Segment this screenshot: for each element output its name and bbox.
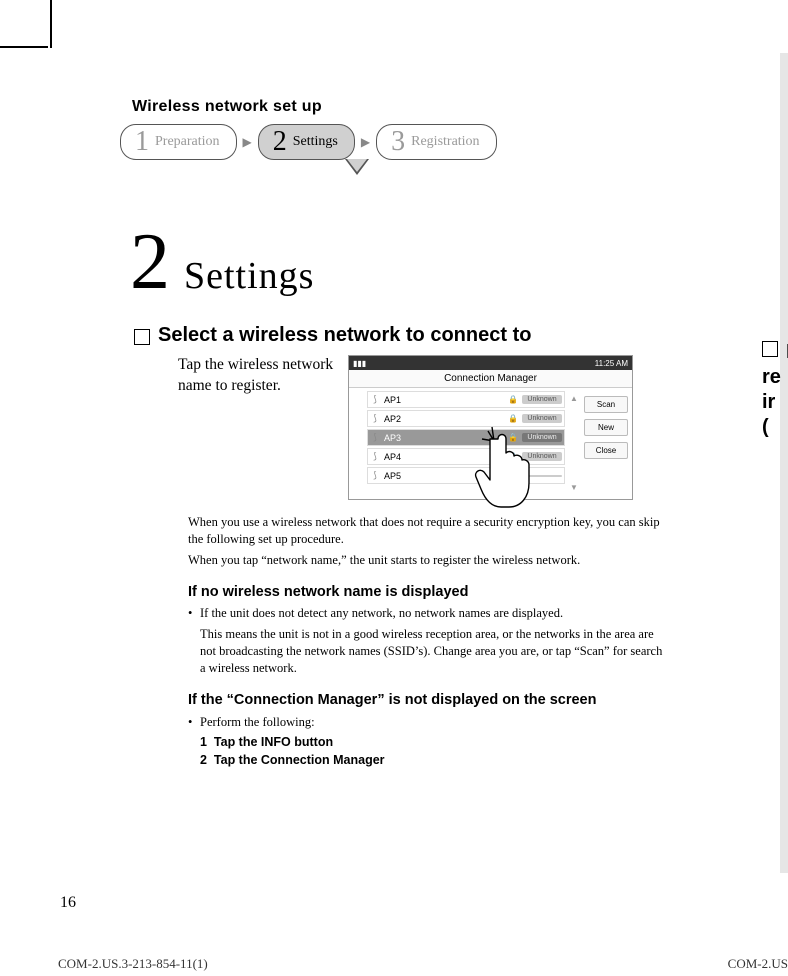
step-label: Settings [293, 134, 338, 150]
step-num: 1 [135, 128, 149, 156]
step-label: Registration [411, 134, 479, 150]
page-content: Wireless network set up 1 Preparation ▶ … [60, 60, 780, 940]
page-number: 16 [60, 894, 76, 912]
bullet-icon: • [188, 605, 200, 677]
note-text: When you use a wireless network that doe… [188, 514, 670, 548]
wifi-icon: ⟆ [368, 470, 382, 481]
checkbox-icon [134, 329, 150, 345]
step-pill-preparation: 1 Preparation [120, 124, 237, 160]
step-indicator: 1 Preparation ▶ 2 Settings ▶ 3 Registrat… [120, 124, 780, 160]
crop-mark-vertical [50, 0, 52, 48]
title-text: Settings [184, 254, 314, 298]
step-label: Preparation [155, 134, 220, 150]
checkbox-icon [762, 341, 778, 357]
scan-button: Scan [584, 396, 628, 413]
ap-tag: Unknown [522, 395, 562, 404]
mock-scrollbar: ▲ ▼ [568, 388, 580, 498]
step-pill-settings: 2 Settings [258, 124, 355, 160]
note-text: When you tap “network name,” the unit st… [188, 552, 670, 569]
numbered-step: 2 Tap the Connection Manager [200, 753, 780, 767]
footer-doc-id-right: COM-2.US [728, 956, 788, 972]
screenshot-connection-manager: ▮▮▮ 11:25 AM Connection Manager ⟆AP1🔒Unk… [348, 355, 633, 500]
mock-side-buttons: Scan New Close [580, 388, 632, 498]
section-heading: Select a wireless network to connect to [134, 324, 780, 347]
step-num: 2 [273, 128, 287, 156]
page-title: 2 Settings [130, 222, 780, 302]
bullet-text: Perform the following: [200, 714, 670, 731]
wifi-icon: ⟆ [368, 394, 382, 405]
page-edge-shade [780, 53, 788, 873]
bullet-text: If the unit does not detect any network,… [200, 606, 563, 620]
step-num: 3 [391, 128, 405, 156]
section-heading-text: Select a wireless network to connect to [158, 324, 531, 347]
wifi-icon: ⟆ [368, 451, 382, 462]
step-pill-registration: 3 Registration [376, 124, 496, 160]
steps-wrap: 1 Preparation ▶ 2 Settings ▶ 3 Registrat… [60, 124, 780, 160]
mock-time: 11:25 AM [595, 359, 628, 368]
close-button: Close [584, 442, 628, 459]
breadcrumb-title: Wireless network set up [132, 98, 780, 116]
active-step-pointer-fill [347, 159, 367, 172]
wifi-icon: ⟆ [368, 432, 382, 443]
bullet-icon: • [188, 714, 200, 731]
battery-icon: ▮▮▮ [353, 359, 366, 368]
mock-status-bar: ▮▮▮ 11:25 AM [349, 356, 632, 370]
chevron-right-icon: ▶ [361, 135, 370, 150]
list-item: ⟆AP1🔒Unknown [367, 391, 565, 408]
bullet-subtext: This means the unit is not in a good wir… [200, 626, 670, 677]
crop-mark-horizontal [0, 46, 48, 48]
new-button: New [584, 419, 628, 436]
truncated-next-column: E re ir ( [762, 340, 788, 440]
wifi-icon: ⟆ [368, 413, 382, 424]
bullet-item: • Perform the following: [188, 714, 670, 731]
tap-hand-icon [474, 421, 544, 511]
scroll-down-icon: ▼ [568, 483, 580, 492]
ap-name: AP1 [382, 395, 508, 405]
numbered-step: 1 Tap the INFO button [200, 735, 780, 749]
sub-heading: If no wireless network name is displayed [188, 583, 670, 602]
title-number: 2 [130, 222, 170, 302]
bullet-item: • If the unit does not detect any networ… [188, 605, 670, 677]
scroll-up-icon: ▲ [568, 394, 580, 403]
lock-icon: 🔒 [508, 395, 520, 404]
chevron-right-icon: ▶ [243, 135, 252, 150]
section-body-text: Tap the wireless network name to registe… [178, 355, 338, 500]
footer-doc-id: COM-2.US.3-213-854-11(1) [58, 956, 208, 972]
mock-window-title: Connection Manager [349, 370, 632, 388]
section-body-row: Tap the wireless network name to registe… [178, 355, 780, 500]
sub-heading: If the “Connection Manager” is not displ… [188, 691, 670, 710]
